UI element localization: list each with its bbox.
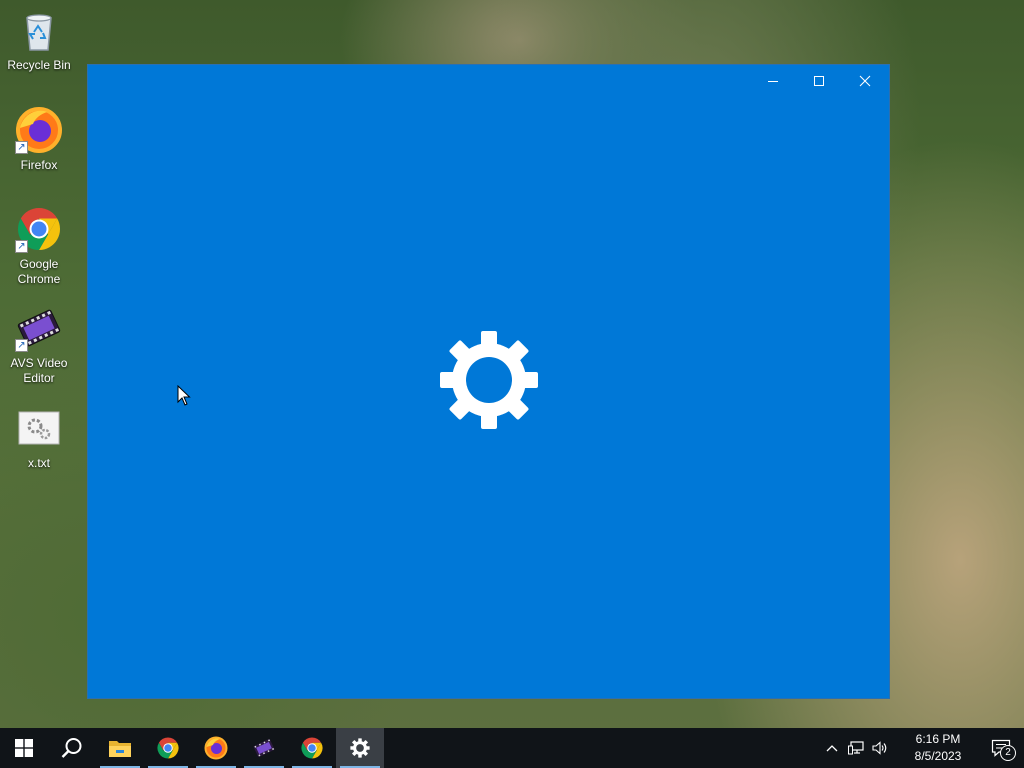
maximize-icon (814, 76, 824, 86)
maximize-button[interactable] (796, 65, 842, 97)
shortcut-arrow-icon: ↗ (15, 240, 28, 253)
desktop-icon-label: AVS Video Editor (10, 356, 68, 385)
taskbar: 6:16 PM 8/5/2023 2 (0, 728, 1024, 768)
taskbar-settings[interactable] (336, 728, 384, 768)
taskbar-file-explorer[interactable] (96, 728, 144, 768)
action-center-button[interactable]: 2 (978, 728, 1024, 768)
desktop-icon-avs-video-editor[interactable]: ↗ AVS Video Editor (4, 304, 74, 386)
minimize-button[interactable] (750, 65, 796, 97)
firefox-icon (204, 736, 228, 760)
volume-icon (872, 741, 887, 755)
taskbar-chrome-1[interactable] (144, 728, 192, 768)
network-button[interactable] (844, 728, 868, 768)
search-button[interactable] (48, 728, 96, 768)
network-icon (848, 741, 864, 755)
system-tray: 6:16 PM 8/5/2023 2 (820, 728, 1024, 768)
file-explorer-icon (109, 741, 131, 757)
close-button[interactable] (842, 65, 888, 97)
chevron-up-icon (826, 745, 838, 752)
notification-count-badge: 2 (1000, 745, 1016, 761)
firefox-icon: ↗ (15, 106, 63, 154)
desktop-icon-recycle-bin[interactable]: Recycle Bin (4, 6, 74, 73)
settings-window[interactable] (88, 65, 889, 698)
taskbar-avs-video-editor[interactable] (240, 728, 288, 768)
gear-icon (437, 328, 541, 432)
taskbar-clock[interactable]: 6:16 PM 8/5/2023 (898, 731, 978, 765)
mouse-cursor-icon (177, 385, 191, 406)
close-icon (859, 75, 871, 87)
desktop-icon-google-chrome[interactable]: ↗ Google Chrome (4, 205, 74, 287)
volume-button[interactable] (868, 728, 892, 768)
chrome-icon (301, 737, 323, 759)
shortcut-arrow-icon: ↗ (15, 339, 28, 352)
taskbar-firefox[interactable] (192, 728, 240, 768)
desktop-icon-label: x.txt (27, 456, 50, 470)
avs-video-editor-icon: ↗ (15, 304, 63, 352)
windows-start-icon (15, 739, 33, 757)
clock-time: 6:16 PM (915, 732, 961, 746)
desktop-icon-x-txt[interactable]: x.txt (4, 404, 74, 471)
shortcut-arrow-icon: ↗ (15, 141, 28, 154)
search-icon (61, 738, 82, 758)
clock-date: 8/5/2023 (914, 749, 962, 763)
taskbar-chrome-2[interactable] (288, 728, 336, 768)
start-button[interactable] (0, 728, 48, 768)
recycle-bin-icon (15, 6, 63, 54)
settings-gear-icon (350, 738, 370, 758)
chrome-icon: ↗ (15, 205, 63, 253)
avs-video-editor-icon (253, 739, 275, 757)
show-hidden-icons-button[interactable] (820, 728, 844, 768)
desktop-icon-label: Recycle Bin (7, 58, 71, 72)
minimize-icon (768, 81, 778, 82)
desktop-icon-label: Google Chrome (17, 257, 61, 286)
settings-file-icon (15, 404, 63, 452)
desktop-icon-label: Firefox (20, 158, 58, 172)
desktop-icon-firefox[interactable]: ↗ Firefox (4, 106, 74, 173)
chrome-icon (157, 737, 179, 759)
